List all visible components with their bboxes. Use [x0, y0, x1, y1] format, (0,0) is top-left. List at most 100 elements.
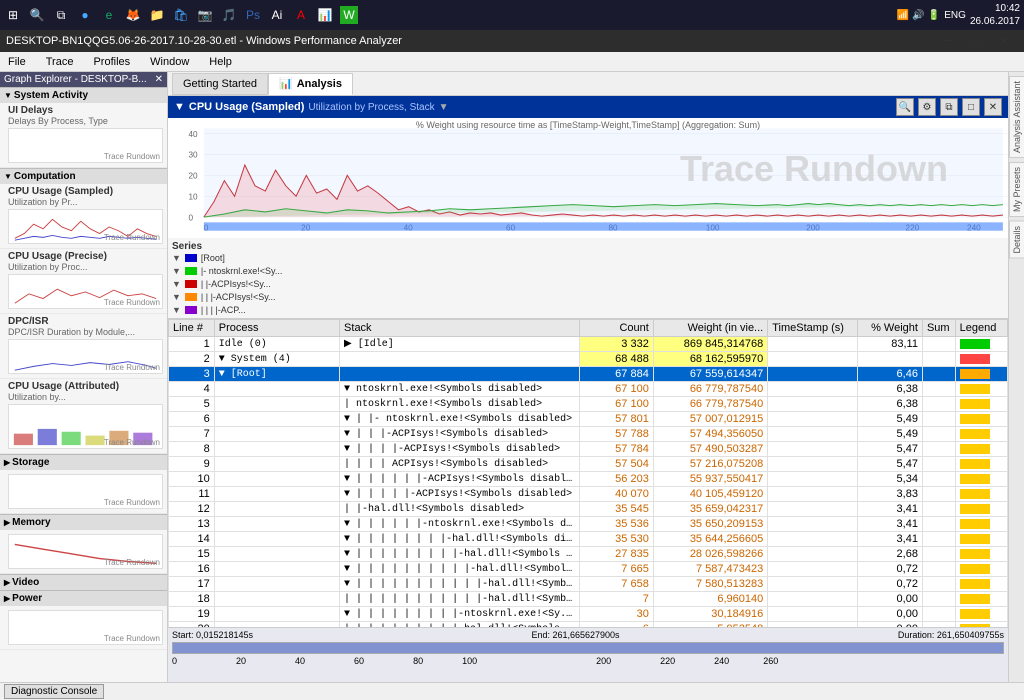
table-row[interactable]: 2▼ System (4)68 48868 162,595970	[169, 352, 1008, 367]
chart-container: % Weight using resource time as [TimeSta…	[168, 118, 1008, 238]
series-panel: Series ▼ [Root] ▼ |- ntoskrnl.exe!<Sy...	[168, 238, 1008, 318]
table-row[interactable]: 6▼ | |- ntoskrnl.exe!<Symbols disabled>5…	[169, 412, 1008, 427]
expand-icon[interactable]: ▼	[174, 101, 185, 113]
graph-item-memory[interactable]: Trace Rundown	[0, 530, 167, 574]
close-panel-button[interactable]: ✕	[984, 98, 1002, 116]
graph-item-storage[interactable]: Trace Rundown	[0, 470, 167, 514]
restore-button[interactable]: ⧉	[940, 98, 958, 116]
ps-icon[interactable]: Ps	[244, 6, 262, 24]
maximize-button[interactable]: □	[962, 32, 990, 50]
diagnostic-console-button[interactable]: Diagnostic Console	[4, 684, 104, 699]
search-taskbar-icon[interactable]: 🔍	[28, 6, 46, 24]
table-row[interactable]: 3▼ [Root]67 88467 559,6143476,46	[169, 367, 1008, 382]
mini-graph-power: Trace Rundown	[8, 610, 163, 645]
close-button[interactable]: ✕	[990, 32, 1018, 50]
start-button[interactable]: ⊞	[4, 6, 22, 24]
section-storage[interactable]: ▶ Storage	[0, 454, 167, 470]
app2-icon[interactable]: 🎵	[220, 6, 238, 24]
series-row-4[interactable]: ▼ | | | |-ACP...	[172, 304, 1004, 316]
section-computation[interactable]: ▼ Computation	[0, 168, 167, 184]
section-memory[interactable]: ▶ Memory	[0, 514, 167, 530]
table-row[interactable]: 12| |-hal.dll!<Symbols disabled>35 54535…	[169, 502, 1008, 517]
table-row[interactable]: 14▼ | | | | | | | |-hal.dll!<Symbols dis…	[169, 532, 1008, 547]
store-icon[interactable]: 🛍	[172, 6, 190, 24]
ie-icon[interactable]: e	[100, 6, 118, 24]
app1-icon[interactable]: 📷	[196, 6, 214, 24]
close-panel-button[interactable]: ✕	[155, 74, 163, 85]
series-row-1[interactable]: ▼ |- ntoskrnl.exe!<Sy...	[172, 265, 1004, 277]
my-presets-tab[interactable]: My Presets	[1009, 162, 1024, 217]
app3-icon[interactable]: Ai	[268, 6, 286, 24]
analysis-assistant-tab[interactable]: Analysis Assistant	[1009, 76, 1024, 158]
col-header-timestamp[interactable]: TimeStamp (s)	[768, 320, 857, 337]
col-header-count[interactable]: Count	[579, 320, 653, 337]
graph-explorer-header: Graph Explorer - DESKTOP-B... ✕	[0, 72, 167, 87]
series-row-2[interactable]: ▼ | |-ACPIsys!<Sy...	[172, 278, 1004, 290]
col-header-line[interactable]: Line #	[169, 320, 215, 337]
left-panel: Graph Explorer - DESKTOP-B... ✕ ▼ System…	[0, 72, 168, 682]
section-power[interactable]: ▶ Power	[0, 590, 167, 606]
timeline-track[interactable]	[172, 642, 1004, 654]
table-row[interactable]: 8▼ | | | |-ACPIsys!<Symbols disabled>57 …	[169, 442, 1008, 457]
settings-button[interactable]: ⚙	[918, 98, 936, 116]
col-header-legend[interactable]: Legend	[955, 320, 1007, 337]
series-color-1	[185, 267, 197, 275]
graph-item-ui-delays[interactable]: UI Delays Delays By Process, Type Trace …	[0, 103, 167, 168]
series-color-3	[185, 293, 197, 301]
table-row[interactable]: 15▼ | | | | | | | | |-hal.dll!<Symbols d…	[169, 547, 1008, 562]
search-button[interactable]: 🔍	[896, 98, 914, 116]
graph-item-cpu-attributed[interactable]: CPU Usage (Attributed) Utilization by...…	[0, 379, 167, 454]
tab-getting-started[interactable]: Getting Started	[172, 73, 268, 95]
graph-item-cpu-precise[interactable]: CPU Usage (Precise) Utilization by Proc.…	[0, 249, 167, 314]
minimize-button[interactable]: ─	[934, 32, 962, 50]
col-header-sum[interactable]: Sum	[922, 320, 955, 337]
table-row[interactable]: 1Idle (0)▶ [Idle]3 332869 845,31476883,1…	[169, 337, 1008, 352]
graph-item-dpc-isr[interactable]: DPC/ISR DPC/ISR Duration by Module,... T…	[0, 314, 167, 379]
analysis-assistant-panel: Analysis Assistant My Presets Details	[1008, 72, 1024, 682]
timeline-end: End: 261,665627900s	[531, 630, 619, 640]
table-row[interactable]: 5| ntoskrnl.exe!<Symbols disabled>67 100…	[169, 397, 1008, 412]
section-video[interactable]: ▶ Video	[0, 574, 167, 590]
table-row[interactable]: 4▼ ntoskrnl.exe!<Symbols disabled>67 100…	[169, 382, 1008, 397]
details-tab[interactable]: Details	[1009, 221, 1024, 259]
graph-item-cpu-sampled[interactable]: CPU Usage (Sampled) Utilization by Pr...…	[0, 184, 167, 249]
col-header-process[interactable]: Process	[214, 320, 339, 337]
app4-icon[interactable]: 📊	[316, 6, 334, 24]
table-row[interactable]: 7▼ | | |-ACPIsys!<Symbols disabled>57 78…	[169, 427, 1008, 442]
col-header-pct[interactable]: % Weight	[857, 320, 922, 337]
firefox-icon[interactable]: 🦊	[124, 6, 142, 24]
section-system-activity[interactable]: ▼ System Activity	[0, 87, 167, 103]
acrobat-icon[interactable]: A	[292, 6, 310, 24]
menu-file[interactable]: File	[4, 55, 30, 69]
col-header-stack[interactable]: Stack	[340, 320, 580, 337]
table-row[interactable]: 19▼ | | | | | | | | |-ntoskrnl.exe!<Sy..…	[169, 607, 1008, 622]
folder-icon[interactable]: 📁	[148, 6, 166, 24]
menu-bar: File Trace Profiles Window Help	[0, 52, 1024, 72]
edge-icon[interactable]: ●	[76, 6, 94, 24]
table-row[interactable]: 10▼ | | | | | |-ACPIsys!<Symbols disable…	[169, 472, 1008, 487]
menu-trace[interactable]: Trace	[42, 55, 78, 69]
maximize-button[interactable]: □	[962, 98, 980, 116]
series-color-2	[185, 280, 197, 288]
graph-item-power[interactable]: Trace Rundown	[0, 606, 167, 650]
app-title: DESKTOP-BN1QQG5.06-26-2017.10-28-30.etl …	[6, 35, 402, 47]
data-table-container[interactable]: Line # Process Stack Count Weight (in vi…	[168, 319, 1008, 627]
table-row[interactable]: 9| | | | ACPIsys!<Symbols disabled>57 50…	[169, 457, 1008, 472]
wpa-icon[interactable]: W	[340, 6, 358, 24]
table-row[interactable]: 11▼ | | | | |-ACPIsys!<Symbols disabled>…	[169, 487, 1008, 502]
series-row-3[interactable]: ▼ | | |-ACPIsys!<Sy...	[172, 291, 1004, 303]
table-row[interactable]: 17▼ | | | | | | | | | | |-hal.dll!<Symb.…	[169, 577, 1008, 592]
tab-analysis[interactable]: 📊 Analysis	[268, 73, 353, 95]
menu-window[interactable]: Window	[146, 55, 193, 69]
menu-help[interactable]: Help	[205, 55, 236, 69]
svg-text:30: 30	[188, 151, 198, 160]
table-row[interactable]: 13▼ | | | | | |-ntoskrnl.exe!<Symbols di…	[169, 517, 1008, 532]
task-view-icon[interactable]: ⧉	[52, 6, 70, 24]
status-bar: Diagnostic Console	[0, 682, 1024, 700]
menu-profiles[interactable]: Profiles	[89, 55, 134, 69]
table-row[interactable]: 18| | | | | | | | | | | |-hal.dll!<Symb.…	[169, 592, 1008, 607]
table-row[interactable]: 16▼ | | | | | | | | | |-hal.dll!<Symbols…	[169, 562, 1008, 577]
series-row-root[interactable]: ▼ [Root]	[172, 252, 1004, 264]
col-header-weight[interactable]: Weight (in vie...	[653, 320, 767, 337]
mini-graph-cpu-attributed: Trace Rundown	[8, 404, 163, 449]
